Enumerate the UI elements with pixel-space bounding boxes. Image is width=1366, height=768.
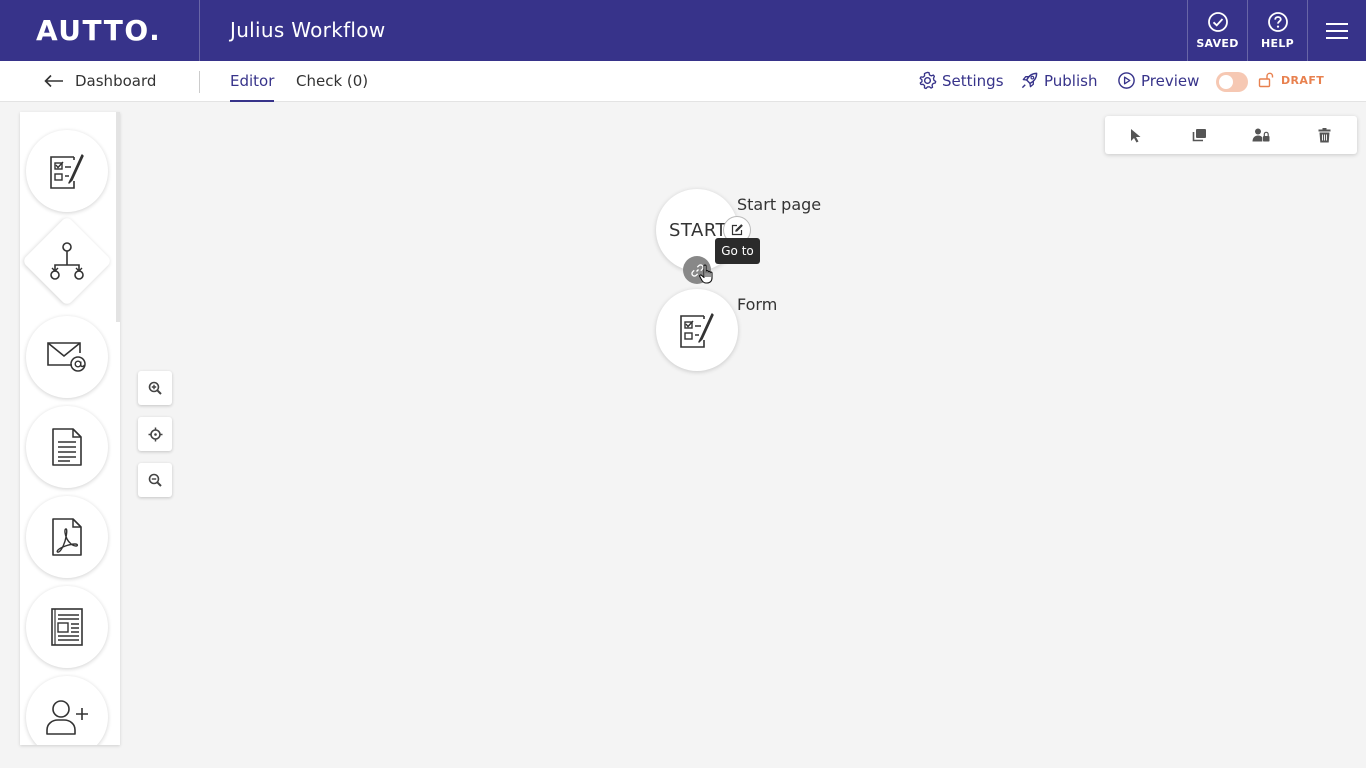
zoom-out-icon	[148, 473, 162, 487]
hamburger-menu-button[interactable]	[1307, 0, 1366, 61]
help-button[interactable]: HELP	[1247, 0, 1307, 61]
zoom-out-button[interactable]	[138, 463, 172, 497]
back-label: Dashboard	[75, 72, 157, 90]
sub-navigation-bar: Dashboard Editor Check (0) Settings Publ…	[0, 61, 1366, 102]
toggle-knob	[1219, 75, 1233, 89]
form-node-label[interactable]: Form	[737, 295, 777, 314]
divider	[199, 0, 200, 61]
palette-add-user-item[interactable]	[26, 676, 108, 745]
element-palette	[20, 112, 120, 745]
form-icon	[680, 313, 714, 348]
recenter-button[interactable]	[138, 417, 172, 451]
trash-icon	[1318, 127, 1330, 142]
palette-form-item[interactable]	[26, 130, 108, 212]
draft-status: DRAFT	[1258, 72, 1324, 88]
publish-button[interactable]: Publish	[1020, 71, 1097, 90]
saved-label: SAVED	[1196, 37, 1239, 50]
pointer-icon	[1131, 128, 1141, 142]
palette-email-item[interactable]	[26, 316, 108, 398]
arrow-left-icon	[44, 74, 63, 88]
preview-label: Preview	[1141, 71, 1200, 90]
decision-branch-icon	[50, 242, 84, 280]
canvas-toolbar	[1105, 116, 1357, 154]
start-node-label[interactable]: Start page	[737, 195, 821, 214]
settings-button[interactable]: Settings	[918, 71, 1004, 90]
rocket-icon	[1021, 72, 1038, 89]
unlock-icon	[1258, 72, 1274, 88]
check-circle-icon	[1207, 12, 1228, 32]
divider	[199, 71, 200, 93]
palette-document-item[interactable]	[26, 406, 108, 488]
back-to-dashboard-link[interactable]: Dashboard	[44, 72, 156, 90]
add-user-icon	[46, 700, 88, 735]
palette-decision-icon-wrap	[26, 220, 108, 302]
newsletter-icon	[51, 608, 83, 646]
form-node[interactable]	[656, 289, 738, 371]
help-icon	[1267, 12, 1288, 32]
workflow-title[interactable]: Julius Workflow	[230, 18, 385, 42]
palette-newsletter-item[interactable]	[26, 586, 108, 668]
tab-editor[interactable]: Editor	[230, 72, 275, 102]
copy-icon	[1192, 129, 1206, 142]
publish-toggle[interactable]	[1216, 72, 1248, 92]
top-bar: AUTTO. Julius Workflow SAVED HELP	[0, 0, 1366, 61]
settings-label: Settings	[942, 71, 1004, 90]
zoom-in-icon	[148, 381, 162, 395]
draft-label: DRAFT	[1281, 73, 1325, 87]
goto-tooltip: Go to	[715, 238, 760, 264]
preview-button[interactable]: Preview	[1117, 71, 1199, 90]
select-tool[interactable]	[1126, 125, 1146, 145]
pdf-icon	[52, 518, 82, 556]
publish-label: Publish	[1044, 71, 1098, 90]
user-permission-tool[interactable]	[1251, 125, 1271, 145]
duplicate-tool[interactable]	[1189, 125, 1209, 145]
play-circle-icon	[1118, 72, 1135, 89]
help-label: HELP	[1261, 37, 1294, 50]
edit-icon	[731, 224, 743, 236]
tab-check[interactable]: Check (0)	[296, 72, 368, 102]
app-logo[interactable]: AUTTO.	[36, 14, 161, 47]
hand-cursor-icon	[699, 264, 713, 284]
delete-tool[interactable]	[1314, 125, 1334, 145]
gear-icon	[919, 71, 937, 90]
palette-scrollbar[interactable]	[116, 112, 120, 322]
palette-pdf-item[interactable]	[26, 496, 108, 578]
hamburger-icon	[1326, 22, 1348, 39]
zoom-in-button[interactable]	[138, 371, 172, 405]
user-lock-icon	[1252, 128, 1270, 142]
document-icon	[52, 428, 82, 466]
saved-button[interactable]: SAVED	[1187, 0, 1247, 61]
crosshair-icon	[148, 427, 162, 441]
form-icon	[50, 154, 84, 189]
email-icon	[47, 342, 86, 372]
